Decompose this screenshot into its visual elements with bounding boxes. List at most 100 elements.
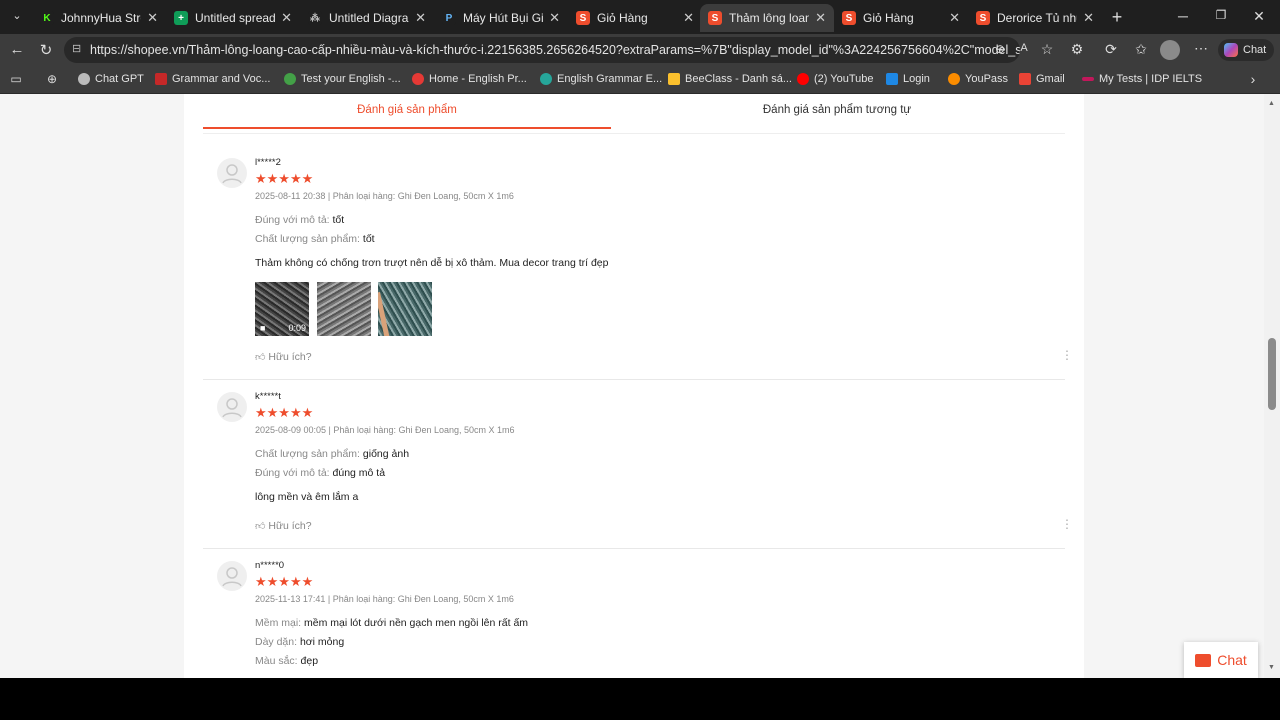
- bookmark-2[interactable]: Test your English -...: [284, 73, 401, 85]
- review-attribute: Đúng với mô tả: tốt: [255, 214, 344, 226]
- address-bar[interactable]: ⊟ https://shopee.vn/Thảm-lông-loang-cao-…: [64, 37, 1020, 63]
- review-photo[interactable]: [317, 282, 371, 336]
- page-content: Đánh giá sản phẩm Đánh giá sản phẩm tươn…: [0, 94, 1264, 678]
- site-info-icon[interactable]: ⊟: [72, 42, 81, 55]
- attr-label: Chất lượng sản phẩm:: [255, 233, 360, 245]
- review-photo[interactable]: [378, 282, 432, 336]
- bookmark-6[interactable]: (2) YouTube: [797, 73, 874, 85]
- tab-4[interactable]: S Giỏ Hàng ✕: [568, 4, 702, 32]
- tab-product-reviews[interactable]: Đánh giá sản phẩm: [203, 104, 611, 116]
- helpful-button[interactable]: 👍︎ Hữu ích?: [255, 351, 312, 363]
- rating-stars: ★★★★★: [255, 574, 314, 589]
- bookmark-8[interactable]: YouPass: [948, 73, 1008, 85]
- tab-3[interactable]: P Máy Hút Bụi Giường ✕: [434, 4, 568, 32]
- bookmark-label: YouPass: [965, 73, 1009, 85]
- copilot-icon: [1224, 43, 1238, 57]
- favorites-icon[interactable]: ✩: [1132, 41, 1150, 58]
- tab-title: JohnnyHua Stream: [61, 11, 141, 25]
- bookmark-label: Gmail: [1036, 73, 1065, 85]
- tab-5-active[interactable]: S Thảm lông loang c ✕: [700, 4, 834, 32]
- review-attribute: Chất lượng sản phẩm: giống ảnh: [255, 448, 409, 460]
- grammar-icon: [540, 73, 552, 85]
- reading-list-icon[interactable]: ▭: [8, 72, 24, 86]
- globe-icon[interactable]: ⊕: [44, 72, 60, 86]
- tab-strip: ⌄ K JohnnyHua Stream ✕ + Untitled spreads…: [0, 0, 1280, 34]
- close-icon[interactable]: ✕: [549, 10, 560, 26]
- sync-icon[interactable]: ⟳: [1102, 41, 1120, 58]
- tab-title: Giỏ Hàng: [863, 11, 914, 25]
- tab-6[interactable]: S Giỏ Hàng ✕: [834, 4, 968, 32]
- bookmark-label: Home - English Pr...: [429, 73, 527, 85]
- attr-value: đẹp: [300, 655, 319, 667]
- window-close-icon[interactable]: ✕: [1250, 8, 1268, 25]
- tab-list-icon[interactable]: ⌄: [8, 9, 26, 22]
- bookmark-label: English Grammar E...: [557, 73, 663, 85]
- review-item: k*****t ★★★★★ 2025-08-09 00:05 | Phân lo…: [203, 380, 1073, 549]
- tab-1[interactable]: + Untitled spreadsheet ✕: [166, 4, 300, 32]
- helpful-button[interactable]: 👍︎ Hữu ích?: [255, 520, 312, 532]
- chat-button[interactable]: Chat: [1184, 642, 1258, 678]
- tab-7[interactable]: S Derorice Tủ nhựa g ✕: [968, 4, 1102, 32]
- avatar: [217, 392, 247, 422]
- maximize-icon[interactable]: ❐: [1212, 8, 1230, 22]
- new-tab-icon[interactable]: +: [1108, 7, 1126, 28]
- youpass-icon: [948, 73, 960, 85]
- reviews-card: Đánh giá sản phẩm Đánh giá sản phẩm tươn…: [184, 94, 1084, 678]
- close-icon[interactable]: ✕: [415, 10, 426, 26]
- shopee-icon: S: [708, 11, 722, 25]
- attr-label: Chất lượng sản phẩm:: [255, 448, 360, 460]
- review-username[interactable]: k*****t: [255, 391, 281, 402]
- kick-icon: K: [40, 11, 54, 25]
- bookmark-label: Grammar and Voc...: [172, 73, 271, 85]
- minimize-icon[interactable]: ─: [1174, 8, 1192, 24]
- close-icon[interactable]: ✕: [949, 10, 960, 26]
- tab-2[interactable]: ⁂ Untitled Diagram - ✕: [300, 4, 434, 32]
- attr-label: Dày dặn:: [255, 636, 298, 648]
- tab-title: Giỏ Hàng: [597, 11, 648, 25]
- bookmark-4[interactable]: English Grammar E...: [540, 73, 662, 85]
- review-username[interactable]: n*****0: [255, 560, 284, 571]
- bookmark-1[interactable]: Grammar and Voc...: [155, 73, 270, 85]
- copilot-button[interactable]: Chat: [1218, 39, 1274, 61]
- menu-icon[interactable]: ⋯: [1192, 40, 1210, 57]
- bookmark-9[interactable]: Gmail: [1019, 73, 1065, 85]
- flag-icon: [155, 73, 167, 85]
- tab-title: Untitled Diagram -: [329, 11, 409, 25]
- reload-icon[interactable]: ↻: [37, 41, 55, 59]
- extensions-icon[interactable]: ⚙: [1068, 41, 1086, 58]
- sheets-icon: +: [174, 11, 188, 25]
- tab-0[interactable]: K JohnnyHua Stream ✕: [32, 4, 166, 32]
- close-icon[interactable]: ✕: [281, 10, 292, 26]
- scroll-up-icon[interactable]: ▲: [1268, 100, 1275, 107]
- read-aloud-icon[interactable]: A: [1016, 42, 1032, 54]
- close-icon[interactable]: ✕: [683, 10, 694, 26]
- bookmark-0[interactable]: Chat GPT: [78, 73, 144, 85]
- bookmark-10[interactable]: My Tests | IDP IELTS: [1082, 73, 1202, 85]
- profile-avatar[interactable]: [1160, 40, 1180, 60]
- chevron-right-icon[interactable]: ›: [1246, 71, 1260, 87]
- review-username[interactable]: l*****2: [255, 157, 281, 168]
- close-icon[interactable]: ✕: [147, 10, 158, 26]
- favorite-star-icon[interactable]: ☆: [1038, 41, 1056, 58]
- page-scrollbar[interactable]: ▲ ▼: [1264, 94, 1280, 678]
- bookmark-7[interactable]: Login: [886, 73, 930, 85]
- attr-value: tốt: [332, 214, 345, 226]
- scroll-down-icon[interactable]: ▼: [1268, 664, 1275, 671]
- toolbar: ← ↻ ⊟ https://shopee.vn/Thảm-lông-loang-…: [0, 34, 1280, 66]
- bookmark-3[interactable]: Home - English Pr...: [412, 73, 527, 85]
- beeclass-icon: [668, 73, 680, 85]
- more-options-icon[interactable]: ⋮: [1061, 517, 1073, 531]
- zoom-icon[interactable]: ⊖: [992, 42, 1008, 56]
- scrollbar-thumb[interactable]: [1268, 338, 1276, 410]
- close-icon[interactable]: ✕: [1083, 10, 1094, 26]
- back-icon[interactable]: ←: [8, 41, 26, 58]
- attr-value: mềm mại lót dưới nền gạch men ngồi lên r…: [304, 617, 529, 629]
- rating-stars: ★★★★★: [255, 405, 314, 420]
- review-video-thumbnail[interactable]: ■ 0:09: [255, 282, 309, 336]
- more-options-icon[interactable]: ⋮: [1061, 348, 1073, 362]
- attr-label: Đúng với mô tả:: [255, 214, 330, 226]
- attr-value: hơi mỏng: [299, 636, 345, 648]
- bookmark-5[interactable]: BeeClass - Danh sá...: [668, 73, 792, 85]
- tab-similar-reviews[interactable]: Đánh giá sản phẩm tương tự: [633, 104, 1041, 116]
- close-icon[interactable]: ✕: [815, 10, 826, 26]
